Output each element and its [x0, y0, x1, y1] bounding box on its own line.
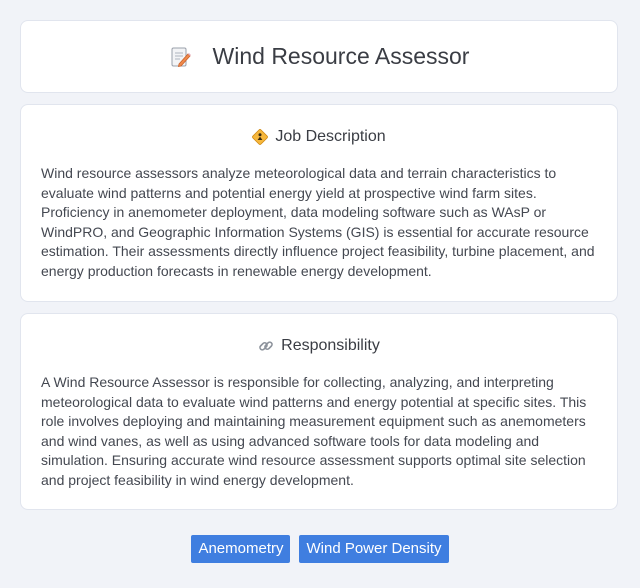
link-icon: [258, 338, 274, 354]
tag-wind-power-density[interactable]: Wind Power Density: [299, 535, 449, 563]
tag-list: Anemometry Wind Power Density: [0, 535, 640, 563]
diamond-person-icon: [252, 129, 269, 145]
responsibility-text: A Wind Resource Assessor is responsible …: [41, 374, 587, 488]
responsibility-header: Responsibility: [41, 336, 597, 356]
page-title: Wind Resource Assessor: [212, 43, 470, 69]
responsibility-card: Responsibility A Wind Resource Assessor …: [20, 313, 618, 510]
job-description-card: Job Description Wind resource assessors …: [20, 104, 618, 302]
tag-anemometry[interactable]: Anemometry: [191, 535, 291, 563]
job-description-text: Wind resource assessors analyze meteorol…: [41, 165, 595, 279]
job-description-heading: Job Description: [275, 128, 386, 145]
job-description-header: Job Description: [41, 127, 597, 147]
memo-pencil-icon: [169, 46, 191, 68]
title-card: Wind Resource Assessor: [20, 20, 618, 93]
responsibility-heading: Responsibility: [281, 337, 380, 354]
